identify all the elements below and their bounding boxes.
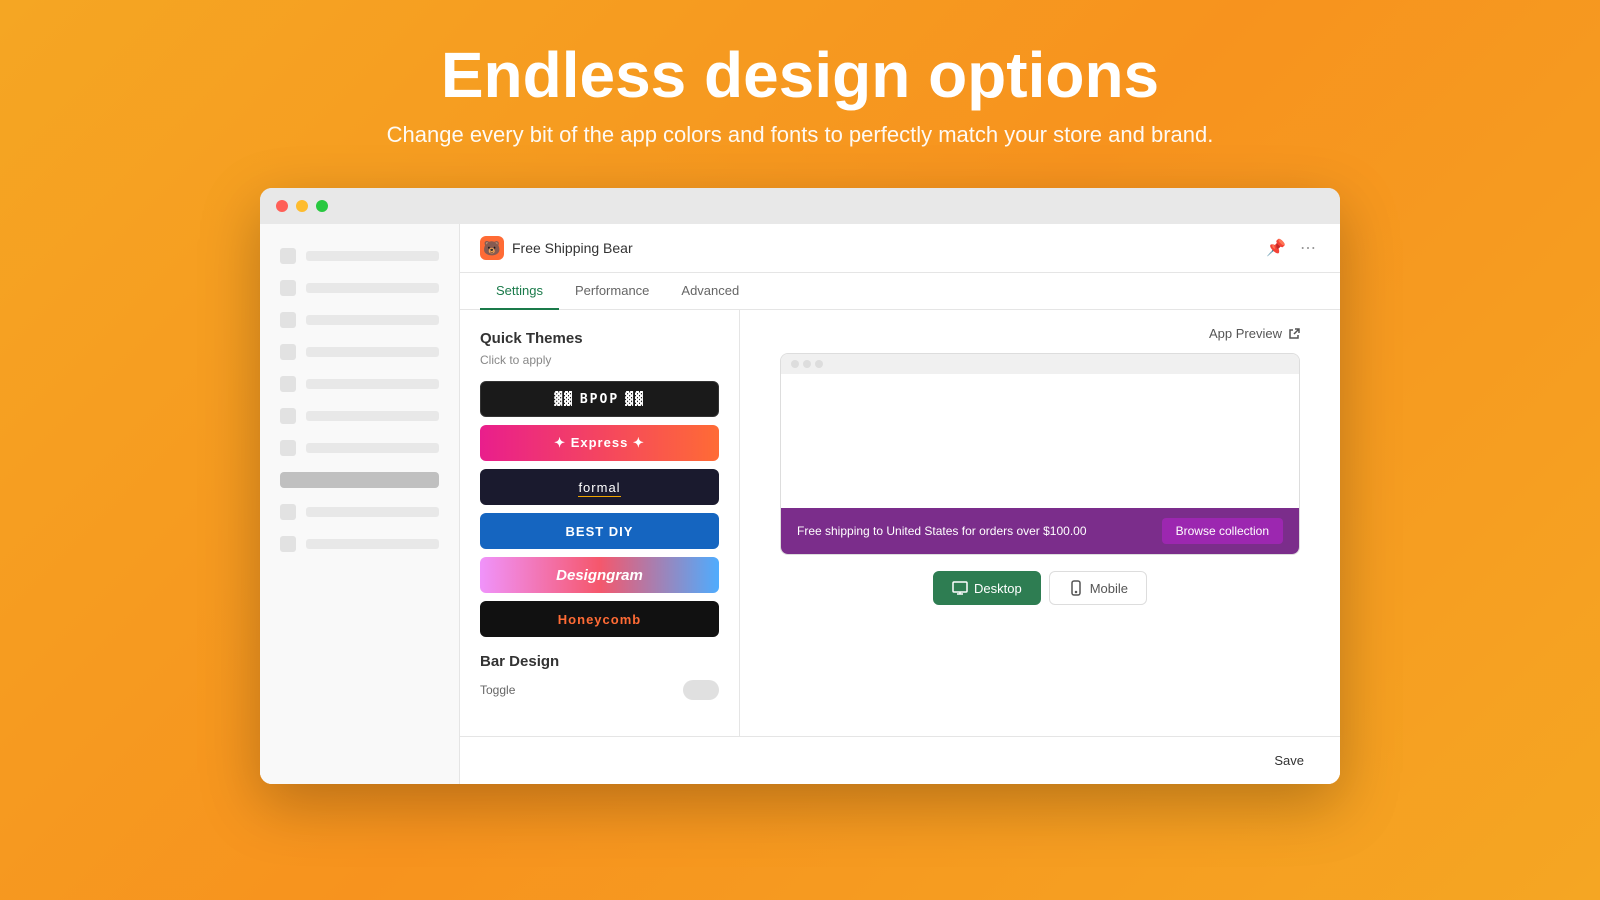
app-icon: 🐻 — [480, 236, 504, 260]
app-preview-label[interactable]: App Preview — [1209, 326, 1300, 341]
app-header: 🐻 Free Shipping Bear 📌 ⋯ — [460, 224, 1340, 273]
sidebar-item-label-analytics — [306, 379, 439, 389]
theme-express-label: ✦ Express ✦ — [554, 435, 645, 451]
sidebar-item-discounts[interactable] — [260, 400, 459, 432]
sidebar-item-label-online-store — [306, 507, 439, 517]
theme-formal[interactable]: formal — [480, 469, 719, 505]
quick-themes-subtitle: Click to apply — [480, 353, 719, 367]
browser-dot-green[interactable] — [316, 200, 328, 212]
tab-advanced[interactable]: Advanced — [665, 273, 755, 310]
save-bar: Save — [460, 736, 1340, 784]
sidebar — [260, 224, 460, 784]
preview-dot-2 — [803, 360, 811, 368]
browser-dot-red[interactable] — [276, 200, 288, 212]
pos-icon — [280, 536, 296, 552]
theme-designgram[interactable]: Designgram — [480, 557, 719, 593]
pin-button[interactable]: 📌 — [1264, 236, 1288, 260]
tab-performance[interactable]: Performance — [559, 273, 665, 310]
app-container: 🐻 Free Shipping Bear 📌 ⋯ Settings Perfor… — [260, 224, 1340, 784]
toggle-row: Toggle — [480, 680, 719, 700]
preview-dot-3 — [815, 360, 823, 368]
theme-express[interactable]: ✦ Express ✦ — [480, 425, 719, 461]
preview-browser-bar — [781, 354, 1299, 374]
sidebar-item-customers[interactable] — [260, 336, 459, 368]
sidebar-item-label-products — [306, 315, 439, 325]
desktop-icon — [952, 580, 968, 596]
view-toggle: Desktop Mobile — [933, 571, 1147, 605]
bar-design-section: Bar Design Toggle — [480, 653, 719, 700]
browser-dot-yellow[interactable] — [296, 200, 308, 212]
theme-bpop-label: ▓▓ BPOP ▓▓ — [554, 392, 645, 407]
save-button[interactable]: Save — [1258, 747, 1320, 774]
sidebar-item-online-store[interactable] — [260, 496, 459, 528]
discounts-icon — [280, 408, 296, 424]
quick-themes-title: Quick Themes — [480, 330, 719, 347]
sidebar-item-pos[interactable] — [260, 528, 459, 560]
bar-design-toggle[interactable] — [683, 680, 719, 700]
preview-dot-1 — [791, 360, 799, 368]
mobile-view-button[interactable]: Mobile — [1049, 571, 1147, 605]
shipping-banner: Free shipping to United States for order… — [781, 508, 1299, 554]
sidebar-item-label-apps — [306, 443, 439, 453]
theme-formal-label: formal — [578, 480, 620, 495]
left-panel: Quick Themes Click to apply ▓▓ BPOP ▓▓ — [460, 310, 740, 736]
external-link-icon — [1288, 328, 1300, 340]
tabs-bar: Settings Performance Advanced — [460, 273, 1340, 310]
sidebar-item-label-discounts — [306, 411, 439, 421]
sidebar-item-label-customers — [306, 347, 439, 357]
app-title: Free Shipping Bear — [512, 240, 633, 256]
browser-chrome — [260, 188, 1340, 224]
customers-icon — [280, 344, 296, 360]
apps-icon — [280, 440, 296, 456]
main-content: 🐻 Free Shipping Bear 📌 ⋯ Settings Perfor… — [460, 224, 1340, 784]
hero-title: Endless design options — [387, 40, 1214, 110]
mobile-icon — [1068, 580, 1084, 596]
orders-icon — [280, 280, 296, 296]
sidebar-item-analytics[interactable] — [260, 368, 459, 400]
sidebar-section-label — [280, 472, 439, 488]
hero-subtitle: Change every bit of the app colors and f… — [387, 122, 1214, 148]
theme-bestdiy[interactable]: BEST DIY — [480, 513, 719, 549]
shipping-text: Free shipping to United States for order… — [797, 524, 1087, 538]
header-actions: 📌 ⋯ — [1264, 236, 1320, 260]
theme-honeycomb-label: Honeycomb — [558, 612, 641, 627]
theme-bpop[interactable]: ▓▓ BPOP ▓▓ — [480, 381, 719, 417]
preview-content: Free shipping to United States for order… — [781, 374, 1299, 554]
right-panel: App Preview — [740, 310, 1340, 736]
sidebar-item-apps[interactable] — [260, 432, 459, 464]
desktop-view-button[interactable]: Desktop — [933, 571, 1041, 605]
sidebar-item-orders[interactable] — [260, 272, 459, 304]
online-store-icon — [280, 504, 296, 520]
browser-window: 🐻 Free Shipping Bear 📌 ⋯ Settings Perfor… — [260, 188, 1340, 784]
analytics-icon — [280, 376, 296, 392]
home-icon — [280, 248, 296, 264]
sidebar-item-products[interactable] — [260, 304, 459, 336]
tab-settings[interactable]: Settings — [480, 273, 559, 310]
products-icon — [280, 312, 296, 328]
hero-section: Endless design options Change every bit … — [367, 0, 1234, 168]
sidebar-item-label-orders — [306, 283, 439, 293]
theme-honeycomb[interactable]: Honeycomb — [480, 601, 719, 637]
more-button[interactable]: ⋯ — [1296, 236, 1320, 260]
browse-collection-button[interactable]: Browse collection — [1162, 518, 1283, 544]
sidebar-item-label-pos — [306, 539, 439, 549]
sidebar-item-label-home — [306, 251, 439, 261]
preview-browser: Free shipping to United States for order… — [780, 353, 1300, 555]
quick-themes-section: Quick Themes Click to apply ▓▓ BPOP ▓▓ — [480, 330, 719, 637]
app-title-row: 🐻 Free Shipping Bear — [480, 236, 633, 260]
theme-bestdiy-label: BEST DIY — [566, 524, 634, 539]
bar-design-title: Bar Design — [480, 653, 719, 670]
toggle-label: Toggle — [480, 683, 515, 697]
sidebar-item-home[interactable] — [260, 240, 459, 272]
theme-designgram-label: Designgram — [556, 567, 643, 584]
content-area: Quick Themes Click to apply ▓▓ BPOP ▓▓ — [460, 310, 1340, 736]
